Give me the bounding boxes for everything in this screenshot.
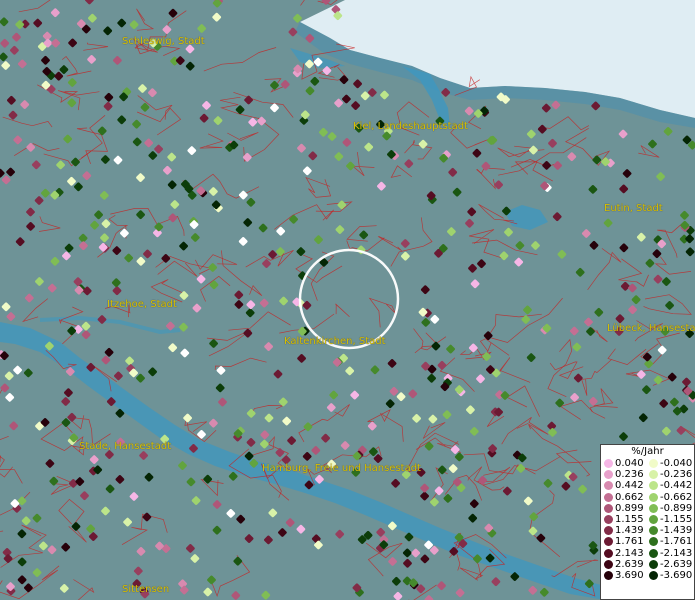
legend-row: 1.155 -1.155 bbox=[601, 514, 694, 525]
legend-swatch-negative bbox=[649, 514, 658, 524]
legend-value-positive: 2.143 bbox=[615, 547, 644, 559]
place-label-itzehoe: Itzehoe, Stadt bbox=[107, 299, 177, 310]
legend-row: 0.040 -0.040 bbox=[601, 458, 694, 469]
legend-swatch-negative bbox=[649, 503, 658, 513]
legend-value-positive: 3.690 bbox=[615, 569, 644, 581]
legend-swatch-positive bbox=[604, 481, 613, 491]
legend-swatch-negative bbox=[649, 548, 658, 558]
legend-value-negative: -0.040 bbox=[660, 458, 693, 469]
place-label-kaltenkirchen: Kaltenkirchen, Stadt bbox=[284, 336, 386, 347]
legend-value-negative: -0.442 bbox=[660, 480, 693, 492]
legend-title: %/Jahr bbox=[631, 446, 664, 457]
legend-swatch-negative bbox=[649, 526, 658, 536]
legend-value-positive: 1.155 bbox=[615, 513, 644, 525]
legend-value-negative: -2.639 bbox=[660, 558, 693, 570]
legend-value-negative: -2.143 bbox=[660, 547, 693, 559]
legend-row: 0.899 -0.899 bbox=[601, 503, 694, 514]
legend-swatch-positive bbox=[604, 570, 613, 580]
legend-swatch-positive bbox=[604, 514, 613, 524]
legend-swatch-positive bbox=[604, 559, 613, 569]
legend-row: 1.439 -1.439 bbox=[601, 525, 694, 536]
legend-value-positive: 0.899 bbox=[615, 502, 644, 514]
legend-swatch-positive bbox=[604, 503, 613, 513]
legend-row: 0.662 -0.662 bbox=[601, 492, 694, 503]
legend-swatch-negative bbox=[649, 570, 658, 580]
legend-value-positive: 1.439 bbox=[615, 525, 644, 537]
legend: %/Jahr 0.040 -0.040 0.236 -0.236 0.442 -0.442… bbox=[600, 444, 695, 600]
legend-swatch-positive bbox=[604, 470, 613, 480]
legend-value-positive: 0.442 bbox=[615, 480, 644, 492]
legend-swatch-positive bbox=[604, 548, 613, 558]
legend-row: 2.143 -2.143 bbox=[601, 548, 694, 559]
map-canvas[interactable] bbox=[0, 0, 695, 600]
legend-rows: 0.040 -0.040 0.236 -0.236 0.442 -0.442 0.662 -0… bbox=[601, 458, 694, 581]
legend-value-positive: 0.236 bbox=[615, 469, 644, 481]
legend-value-positive: 0.662 bbox=[615, 491, 644, 503]
legend-value-negative: -0.899 bbox=[660, 502, 693, 514]
legend-value-negative: -1.761 bbox=[660, 536, 693, 548]
legend-swatch-negative bbox=[649, 559, 658, 569]
legend-swatch-negative bbox=[649, 492, 658, 502]
place-label-kiel: Kiel, Landeshauptstadt bbox=[353, 121, 468, 132]
legend-row: 0.236 -0.236 bbox=[601, 469, 694, 480]
legend-value-negative: -3.690 bbox=[660, 569, 693, 581]
legend-value-positive: 1.761 bbox=[615, 536, 644, 548]
legend-swatch-negative bbox=[649, 470, 658, 480]
legend-swatch-negative bbox=[649, 537, 658, 547]
legend-row: 1.761 -1.761 bbox=[601, 536, 694, 547]
place-label-luebeck: Lübeck, Hansestadt bbox=[607, 323, 695, 334]
legend-swatch-positive bbox=[604, 492, 613, 502]
place-label-stade: Stade, Hansestadt bbox=[79, 441, 172, 452]
legend-value-negative: -0.662 bbox=[660, 491, 693, 503]
legend-swatch-negative bbox=[649, 459, 658, 468]
place-label-sittensen: Sittensen bbox=[122, 584, 170, 595]
legend-row: 3.690 -3.690 bbox=[601, 570, 694, 581]
place-label-eutin: Eutin, Stadt bbox=[604, 203, 663, 214]
legend-value-negative: -1.439 bbox=[660, 525, 693, 537]
legend-swatch-positive bbox=[604, 459, 613, 468]
legend-value-positive: 2.639 bbox=[615, 558, 644, 570]
place-label-hamburg: Hamburg, Freie und Hansestadt bbox=[262, 463, 421, 474]
legend-swatch-negative bbox=[649, 481, 658, 491]
legend-swatch-positive bbox=[604, 537, 613, 547]
legend-value-negative: -1.155 bbox=[660, 513, 693, 525]
legend-swatch-positive bbox=[604, 526, 613, 536]
place-label-schleswig: Schleswig, Stadt bbox=[122, 36, 205, 47]
legend-row: 2.639 -2.639 bbox=[601, 559, 694, 570]
legend-value-positive: 0.040 bbox=[615, 458, 644, 469]
legend-value-negative: -0.236 bbox=[660, 469, 693, 481]
legend-row: 0.442 -0.442 bbox=[601, 480, 694, 491]
